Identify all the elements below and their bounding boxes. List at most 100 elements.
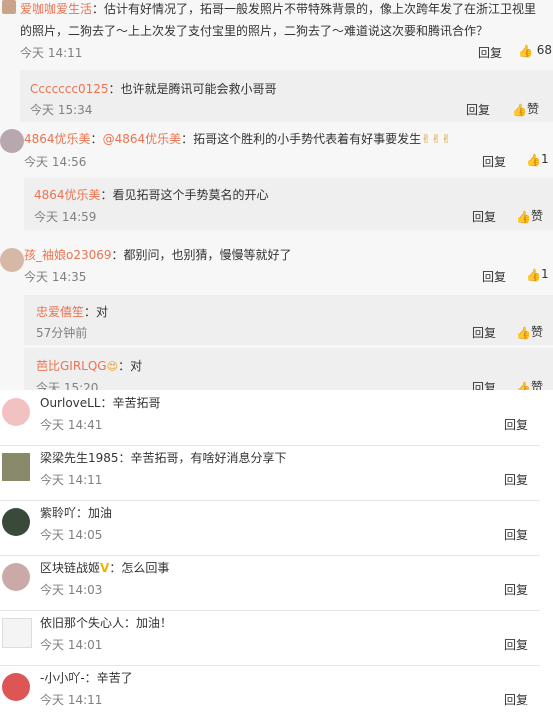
verified-badge-icon: V — [100, 561, 110, 575]
top-comments: 爱咖咖爱生活：估计有好情况了，拓哥一般发照片不带特殊背景的，像上次跨年发了在浙江… — [0, 0, 553, 390]
comment-text-cont: 的照片，二狗去了～上上次发了支付宝里的照片，二狗去了～难道说这次要和腾讯合作？ — [20, 24, 489, 38]
comment-time: 今天 14:11 — [40, 693, 103, 707]
reply-author[interactable]: 4864优乐美 — [34, 188, 101, 202]
comment-text: ：都别问，也别猜，慢慢等就好了 — [111, 248, 292, 262]
like-button[interactable]: 👍 68 — [518, 43, 552, 58]
comment-time: 今天 14:03 — [40, 583, 103, 597]
reply-text: ：看见拓哥这个手势莫名的开心 — [100, 188, 269, 202]
reply-button[interactable]: 回复 — [472, 208, 496, 225]
comment-author[interactable]: 梁梁先生1985 — [40, 451, 119, 465]
reply-button[interactable]: 回复 — [504, 636, 528, 653]
list-item: -小小吖-：辛苦了 今天 14:11 回复 — [0, 665, 540, 720]
reply-button[interactable]: 回复 — [466, 101, 490, 118]
avatar[interactable] — [0, 248, 24, 272]
list-item: OurloveLL：辛苦拓哥 今天 14:41 回复 — [0, 390, 540, 446]
like-button[interactable]: 👍赞 — [516, 207, 543, 224]
comment-author[interactable]: 4864优乐美 — [24, 132, 91, 146]
comment-3: 孩_袖娘o23069：都别问，也别猜，慢慢等就好了 今天 14:35 回复 👍1 — [0, 242, 553, 292]
list-item: 紫聆吖：加油 今天 14:05 回复 — [0, 500, 540, 556]
reply-button[interactable]: 回复 — [478, 44, 502, 61]
comment-author[interactable]: 紫聆吖 — [40, 506, 76, 520]
comment-time: 今天 14:35 — [24, 270, 87, 284]
thumbs-up-icon: 👍 — [516, 209, 531, 224]
victory-emoji: ✌✌✌ — [421, 132, 452, 146]
reply-button[interactable]: 回复 — [504, 526, 528, 543]
reply-author[interactable]: 忠爱僖笙 — [36, 305, 84, 319]
avatar[interactable] — [2, 398, 30, 426]
reply-2-1: 4864优乐美：看见拓哥这个手势莫名的开心 今天 14:59 回复 👍赞 — [24, 178, 553, 230]
thumbs-up-icon: 👍 — [518, 43, 533, 58]
like-button[interactable]: 👍赞 — [516, 323, 543, 340]
reply-button[interactable]: 回复 — [504, 471, 528, 488]
reply-button[interactable]: 回复 — [472, 324, 496, 341]
reply-button[interactable]: 回复 — [482, 153, 506, 170]
reply-3-2: 芭比GIRLQG😍：对 今天 15:20 回复 👍赞 — [24, 348, 553, 390]
comment-author[interactable]: 孩_袖娘o23069 — [24, 248, 112, 262]
like-button[interactable]: 👍1 — [526, 267, 549, 282]
reply-button[interactable]: 回复 — [504, 416, 528, 433]
comment-text: ：辛苦拓哥 — [100, 396, 161, 410]
comment-list: OurloveLL：辛苦拓哥 今天 14:41 回复 梁梁先生1985：辛苦拓哥… — [0, 390, 540, 721]
like-button[interactable]: 👍赞 — [512, 100, 539, 117]
comment-author[interactable]: 爱咖咖爱生活 — [20, 2, 92, 16]
reply-1-1: Ccccccc0125：也许就是腾讯可能会救小哥哥 今天 15:34 回复 👍赞 — [20, 70, 553, 122]
reply-button[interactable]: 回复 — [482, 268, 506, 285]
thumbs-up-icon: 👍 — [516, 325, 531, 340]
reply-author[interactable]: Ccccccc0125 — [30, 82, 109, 96]
comment-time: 今天 14:11 — [20, 46, 83, 60]
comment-text: ：估计有好情况了，拓哥一般发照片不带特殊背景的，像上次跨年发了在浙江卫视里 — [92, 2, 537, 16]
comment-time: 今天 14:05 — [40, 528, 103, 542]
like-button[interactable]: 👍1 — [526, 152, 549, 167]
list-item: 区块链战姬V：怎么回事 今天 14:03 回复 — [0, 555, 540, 611]
mention[interactable]: @4864优乐美 — [103, 132, 182, 146]
avatar[interactable] — [2, 618, 32, 648]
avatar[interactable] — [2, 563, 30, 591]
like-count: 1 — [540, 152, 549, 166]
like-label: 赞 — [530, 209, 543, 223]
reply-text: ：也许就是腾讯可能会救小哥哥 — [108, 82, 277, 96]
comment-2: 4864优乐美：@4864优乐美：拓哥这个胜利的小手势代表着有好事要发生✌✌✌ … — [0, 125, 553, 175]
comment-author[interactable]: -小小吖- — [40, 671, 85, 685]
like-label: 赞 — [530, 380, 543, 390]
comment-text: ：加油！ — [124, 616, 173, 630]
comment-text: ：怎么回事 — [109, 561, 170, 575]
reply-time: 今天 14:59 — [34, 210, 97, 224]
avatar[interactable] — [0, 129, 24, 153]
comment-text: ：辛苦了 — [84, 671, 133, 685]
avatar[interactable] — [2, 673, 30, 701]
like-count: 68 — [536, 43, 553, 57]
reply-button[interactable]: 回复 — [504, 581, 528, 598]
comment-author[interactable]: 依旧那个失心人 — [40, 616, 124, 630]
comment-time: 今天 14:01 — [40, 638, 103, 652]
reply-time: 今天 15:20 — [36, 381, 99, 390]
like-button[interactable]: 👍赞 — [516, 378, 543, 390]
comment-text: ：拓哥这个胜利的小手势代表着有好事要发生 — [181, 132, 422, 146]
like-label: 赞 — [526, 102, 539, 116]
reply-author[interactable]: 芭比GIRLQG — [36, 359, 107, 373]
emoji-icon: 😍 — [106, 360, 119, 373]
watermark: 主 播 — [519, 702, 547, 716]
reply-time: 57分钟前 — [36, 326, 88, 340]
thumbs-up-icon: 👍 — [516, 380, 531, 391]
reply-button[interactable]: 回复 — [472, 379, 496, 390]
comment-time: 今天 14:11 — [40, 473, 103, 487]
comment-author[interactable]: 区块链战姬 — [40, 561, 100, 575]
avatar[interactable] — [2, 0, 16, 14]
avatar[interactable] — [2, 453, 30, 481]
comment-1: 爱咖咖爱生活：估计有好情况了，拓哥一般发照片不带特殊背景的，像上次跨年发了在浙江… — [0, 0, 553, 65]
avatar[interactable] — [2, 508, 30, 536]
reply-text: ：对 — [84, 305, 109, 319]
comment-text: ：辛苦拓哥，有啥好消息分享下 — [118, 451, 287, 465]
comment-text: ：加油 — [76, 506, 113, 520]
reply-text: ：对 — [118, 359, 143, 373]
reply-time: 今天 15:34 — [30, 103, 93, 117]
thumbs-up-icon: 👍 — [526, 152, 541, 167]
like-label: 赞 — [530, 325, 543, 339]
thumbs-up-icon: 👍 — [512, 102, 527, 117]
list-item: 依旧那个失心人：加油！ 今天 14:01 回复 — [0, 610, 540, 666]
thumbs-up-icon: 👍 — [526, 267, 541, 282]
like-count: 1 — [540, 267, 549, 281]
list-item: 梁梁先生1985：辛苦拓哥，有啥好消息分享下 今天 14:11 回复 — [0, 445, 540, 501]
comment-time: 今天 14:56 — [24, 155, 87, 169]
comment-author[interactable]: OurloveLL — [40, 396, 101, 410]
